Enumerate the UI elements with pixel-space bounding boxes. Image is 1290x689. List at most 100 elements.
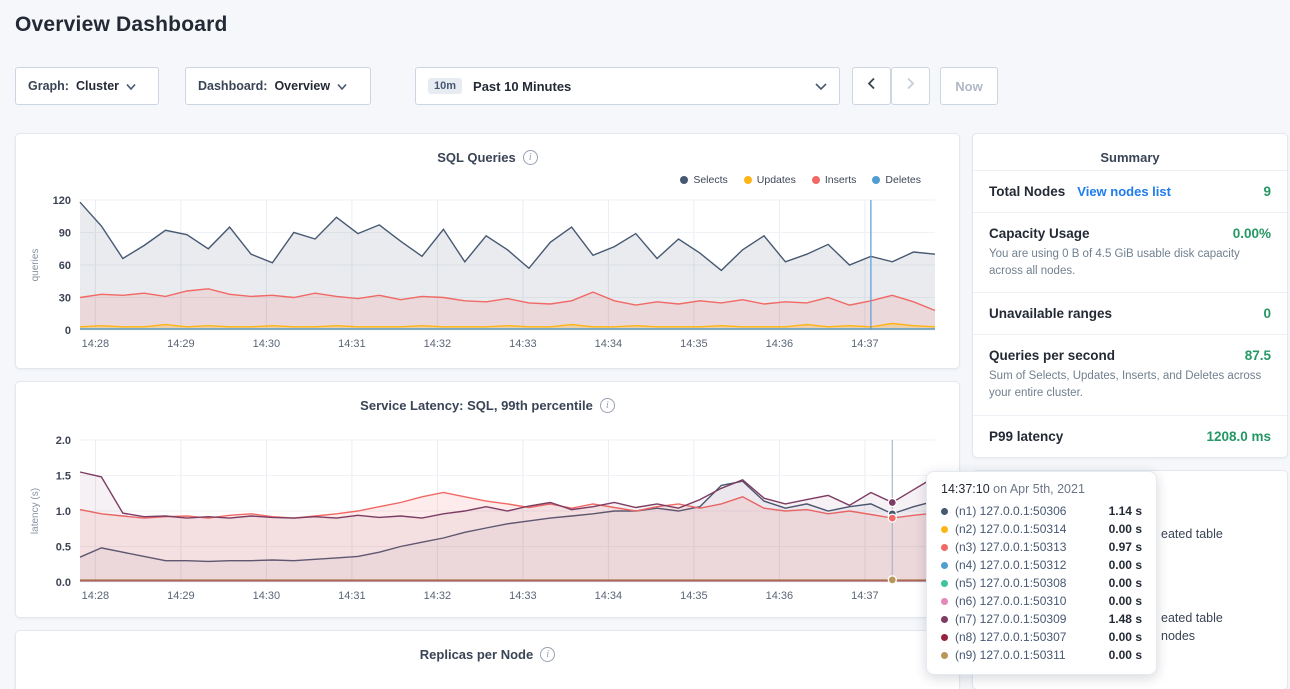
tooltip-node-value: 1.48 s	[1109, 612, 1142, 626]
svg-text:latency (s): latency (s)	[30, 488, 41, 534]
tooltip-node-value: 0.00 s	[1109, 576, 1142, 590]
svg-text:14:32: 14:32	[424, 338, 452, 350]
sql-queries-panel: SQL Queries i Selects Updates Inserts Delet…	[15, 133, 960, 369]
tooltip-time: 14:37:10	[941, 482, 990, 496]
summary-label: Unavailable ranges	[989, 306, 1112, 321]
dashboard-dropdown-label: Dashboard:	[198, 79, 267, 93]
service-latency-chart[interactable]: 14:2814:2914:3014:3114:3214:3314:3414:35…	[16, 428, 957, 612]
svg-text:60: 60	[59, 260, 71, 272]
svg-text:14:28: 14:28	[82, 590, 110, 602]
now-button-label: Now	[955, 79, 982, 94]
info-icon[interactable]: i	[540, 647, 555, 662]
prev-time-button[interactable]	[852, 67, 891, 105]
view-nodes-link[interactable]: View nodes list	[1077, 184, 1171, 199]
tooltip-node-value: 0.00 s	[1109, 630, 1142, 644]
tooltip-node-label: (n5) 127.0.0.1:50308	[955, 576, 1066, 590]
chevron-down-icon	[815, 77, 827, 95]
summary-value: 9	[1263, 184, 1271, 199]
tooltip-node-value: 0.97 s	[1109, 540, 1142, 554]
tooltip-date: on Apr 5th, 2021	[993, 482, 1085, 496]
info-icon[interactable]: i	[523, 150, 538, 165]
svg-text:14:37: 14:37	[851, 338, 879, 350]
now-button[interactable]: Now	[940, 67, 998, 105]
chevron-right-icon	[906, 77, 915, 95]
summary-value: 0.00%	[1233, 226, 1271, 241]
graph-dropdown[interactable]: Graph: Cluster	[15, 67, 159, 105]
svg-text:14:31: 14:31	[338, 338, 366, 350]
legend-swatch-icon	[744, 176, 752, 184]
node-color-dot-icon	[941, 616, 948, 623]
svg-text:1.5: 1.5	[56, 471, 71, 483]
summary-value: 87.5	[1245, 348, 1271, 363]
legend-item[interactable]: Deletes	[872, 174, 921, 186]
summary-panel: Summary Total NodesView nodes list9Capac…	[972, 133, 1288, 458]
legend-swatch-icon	[872, 176, 880, 184]
graph-dropdown-label: Graph:	[28, 79, 69, 93]
node-color-dot-icon	[941, 526, 948, 533]
svg-text:14:35: 14:35	[680, 338, 708, 350]
tooltip-row: (n7) 127.0.0.1:503091.48 s	[941, 610, 1142, 628]
svg-text:90: 90	[59, 228, 71, 240]
time-range-badge: 10m	[428, 78, 462, 94]
svg-text:14:36: 14:36	[766, 590, 794, 602]
charts-column: SQL Queries i Selects Updates Inserts Delet…	[15, 133, 960, 689]
legend-label: Updates	[757, 174, 796, 186]
svg-text:0: 0	[65, 325, 71, 337]
node-color-dot-icon	[941, 598, 948, 605]
node-color-dot-icon	[941, 652, 948, 659]
page-title: Overview Dashboard	[15, 13, 228, 37]
chart-title: SQL Queries	[437, 150, 516, 165]
tooltip-node-label: (n1) 127.0.0.1:50306	[955, 504, 1066, 518]
tooltip-node-label: (n6) 127.0.0.1:50310	[955, 594, 1066, 608]
summary-label: P99 latency	[989, 429, 1063, 444]
svg-text:14:34: 14:34	[595, 590, 623, 602]
summary-row: Queries per second 87.5 Sum of Selects, Up…	[973, 334, 1287, 414]
tooltip-row: (n9) 127.0.0.1:503110.00 s	[941, 646, 1142, 664]
sql-queries-chart[interactable]: 14:2814:2914:3014:3114:3214:3314:3414:35…	[16, 190, 957, 360]
tooltip-row: (n3) 127.0.0.1:50313 0.97 s	[941, 538, 1142, 556]
svg-text:14:33: 14:33	[509, 338, 537, 350]
svg-text:14:29: 14:29	[167, 590, 195, 602]
summary-value: 1208.0 ms	[1206, 429, 1271, 444]
tooltip-row: (n4) 127.0.0.1:503120.00 s	[941, 556, 1142, 574]
legend-item[interactable]: Selects	[680, 174, 727, 186]
chart-title-row: Replicas per Node i	[16, 643, 959, 665]
legend-item[interactable]: Updates	[744, 174, 796, 186]
summary-row: Total NodesView nodes list9	[973, 170, 1287, 212]
next-time-button[interactable]	[891, 67, 930, 105]
chart-title-row: Service Latency: SQL, 99th percentile i	[16, 394, 959, 416]
chart-title: Service Latency: SQL, 99th percentile	[360, 398, 593, 413]
tooltip-node-label: (n8) 127.0.0.1:50307	[955, 630, 1066, 644]
svg-text:14:33: 14:33	[509, 590, 537, 602]
svg-text:14:28: 14:28	[82, 338, 110, 350]
summary-label: Capacity Usage	[989, 226, 1090, 241]
svg-text:1.0: 1.0	[56, 506, 71, 518]
svg-text:14:37: 14:37	[851, 590, 879, 602]
summary-label: Queries per second	[989, 348, 1115, 363]
tooltip-node-label: (n3) 127.0.0.1:50313	[955, 540, 1066, 554]
legend-label: Deletes	[885, 174, 921, 186]
svg-text:14:32: 14:32	[424, 590, 452, 602]
legend-swatch-icon	[812, 176, 820, 184]
time-range-selector[interactable]: 10m Past 10 Minutes	[415, 67, 840, 105]
info-icon[interactable]: i	[600, 398, 615, 413]
tooltip-rows: (n1) 127.0.0.1:503061.14 s(n2) 127.0.0.1…	[941, 502, 1142, 664]
chevron-left-icon	[867, 77, 876, 95]
time-range-label: Past 10 Minutes	[473, 79, 571, 94]
summary-value: 0	[1263, 306, 1271, 321]
svg-text:2.0: 2.0	[56, 435, 71, 447]
svg-text:0.5: 0.5	[56, 542, 71, 554]
dashboard-dropdown[interactable]: Dashboard: Overview	[185, 67, 371, 105]
tooltip-node-value: 0.00 s	[1109, 558, 1142, 572]
svg-text:120: 120	[53, 195, 71, 207]
summary-description: Sum of Selects, Updates, Inserts, and De…	[989, 368, 1271, 401]
legend-swatch-icon	[680, 176, 688, 184]
summary-description: You are using 0 B of 4.5 GiB usable disk…	[989, 246, 1271, 279]
tooltip-node-value: 0.00 s	[1109, 522, 1142, 536]
svg-text:14:30: 14:30	[253, 338, 281, 350]
dashboard-dropdown-value: Overview	[274, 79, 330, 93]
svg-text:0.0: 0.0	[56, 577, 71, 589]
summary-row: Capacity Usage 0.00% You are using 0 B of …	[973, 212, 1287, 292]
legend-item[interactable]: Inserts	[812, 174, 857, 186]
chevron-down-icon	[126, 77, 136, 95]
